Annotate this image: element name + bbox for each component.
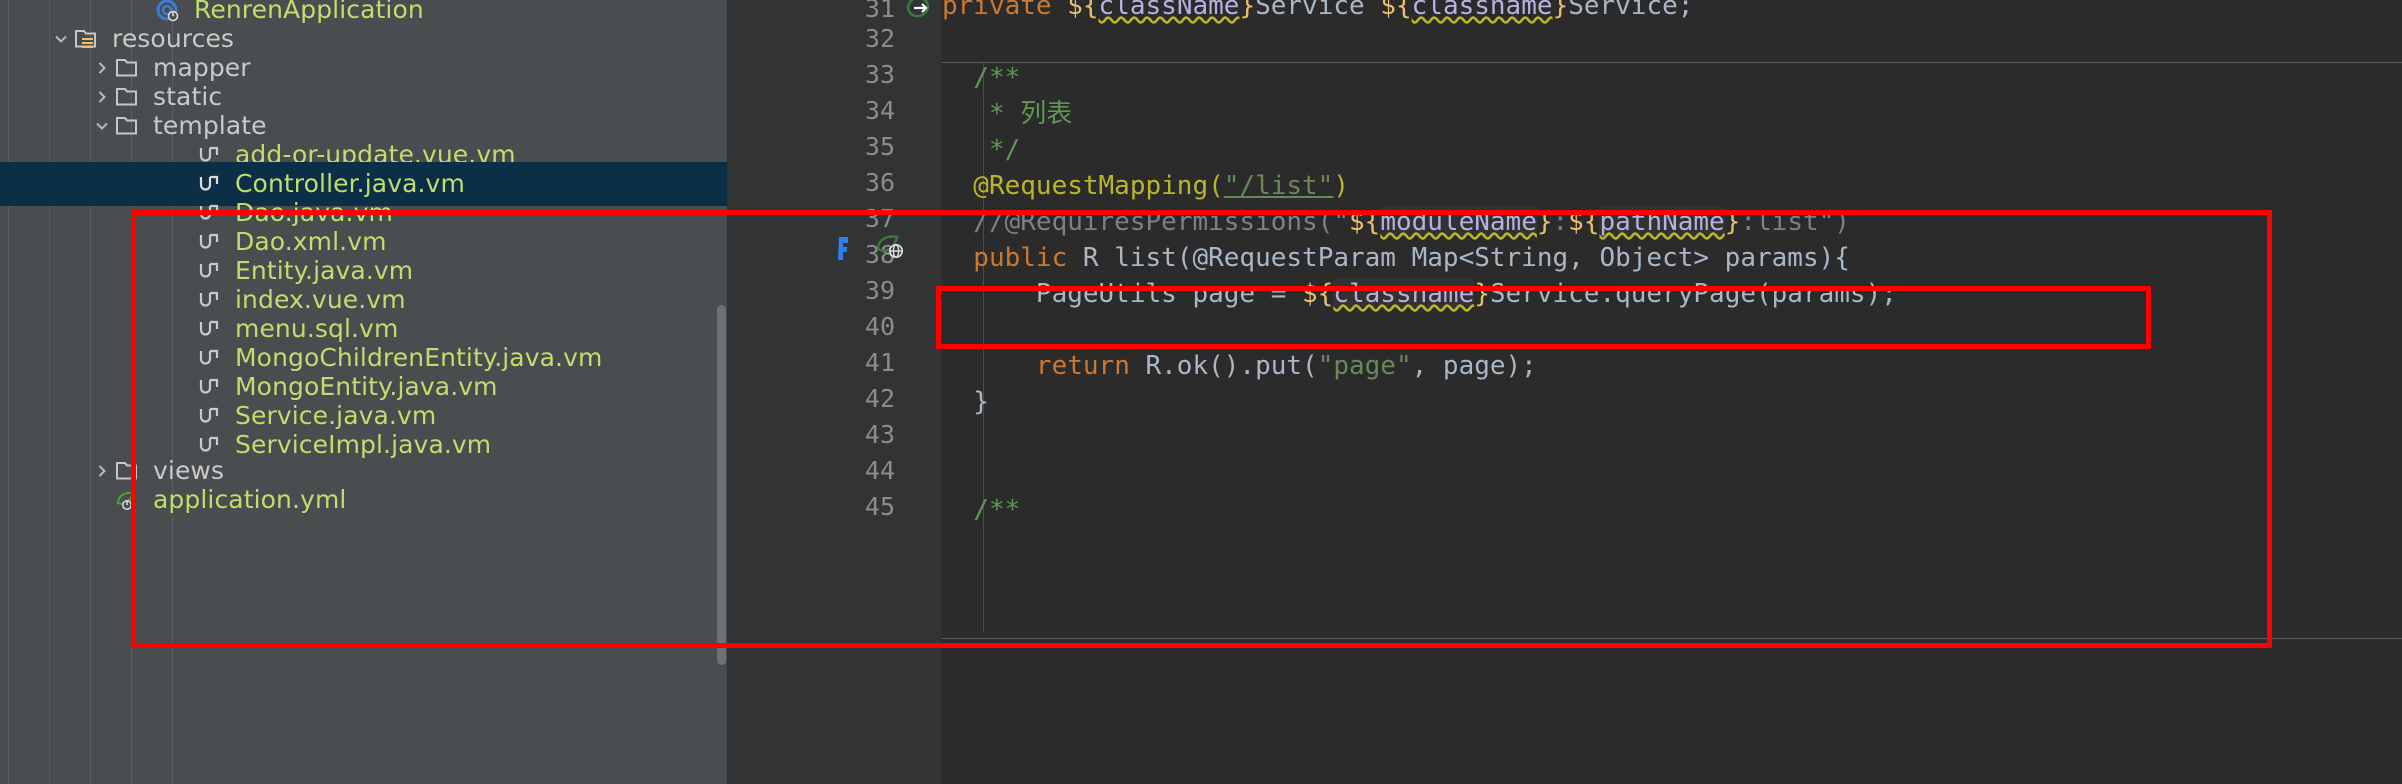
ide-screenshot-root: RenrenApplication resources mapper stati… [0, 0, 2402, 784]
line-number: 44 [864, 456, 895, 485]
tree-item-application-yml[interactable]: application.yml [0, 478, 727, 522]
spring-bean-icon[interactable] [831, 232, 857, 260]
line-number: 37 [864, 204, 895, 233]
code-line-42: } [942, 387, 989, 417]
line-number: 40 [864, 312, 895, 341]
code-line-35: */ [942, 135, 1021, 165]
line-number: 45 [864, 492, 895, 521]
line-number: 38 [864, 240, 895, 269]
spring-request-mapping-icon[interactable] [875, 232, 904, 259]
code-text-area[interactable]: private ${className}Service ${classname}… [942, 0, 2402, 784]
project-tree-scrollbar[interactable] [717, 305, 726, 665]
override-arrow-icon[interactable] [905, 0, 931, 20]
fold-separator [942, 638, 2402, 639]
line-number: 32 [864, 24, 895, 53]
tree-item-label: application.yml [153, 485, 347, 514]
line-number: 33 [864, 60, 895, 89]
editor-gutter[interactable]: 31 32 33 34 35 36 37 38 39 40 41 42 43 4… [727, 0, 942, 784]
line-number: 42 [864, 384, 895, 413]
line-number: 36 [864, 168, 895, 197]
code-line-38: public R list(@RequestParam Map<String, … [942, 243, 1850, 273]
code-line-39: PageUtils page = ${classname}Service.que… [942, 279, 1897, 309]
code-line-31: private ${className}Service ${classname}… [942, 0, 1694, 21]
line-number: 43 [864, 420, 895, 449]
line-number: 34 [864, 96, 895, 125]
code-line-41: return R.ok().put("page", page); [1035, 351, 1537, 381]
code-line-33: /** [942, 63, 1021, 93]
project-tree-pane[interactable]: RenrenApplication resources mapper stati… [0, 0, 727, 784]
code-line-37: //@RequiresPermissions("${moduleName}:${… [942, 207, 1850, 237]
line-number: 39 [864, 276, 895, 305]
code-editor-pane[interactable]: 31 32 33 34 35 36 37 38 39 40 41 42 43 4… [727, 0, 2402, 784]
line-number: 41 [864, 348, 895, 377]
fold-separator [942, 62, 2402, 63]
code-line-45: /** [942, 495, 1021, 525]
spring-yaml-icon [114, 478, 144, 522]
code-line-34: * 列表 [942, 99, 1073, 129]
code-line-36: @RequestMapping("/list") [942, 171, 1349, 201]
line-number: 35 [864, 132, 895, 161]
